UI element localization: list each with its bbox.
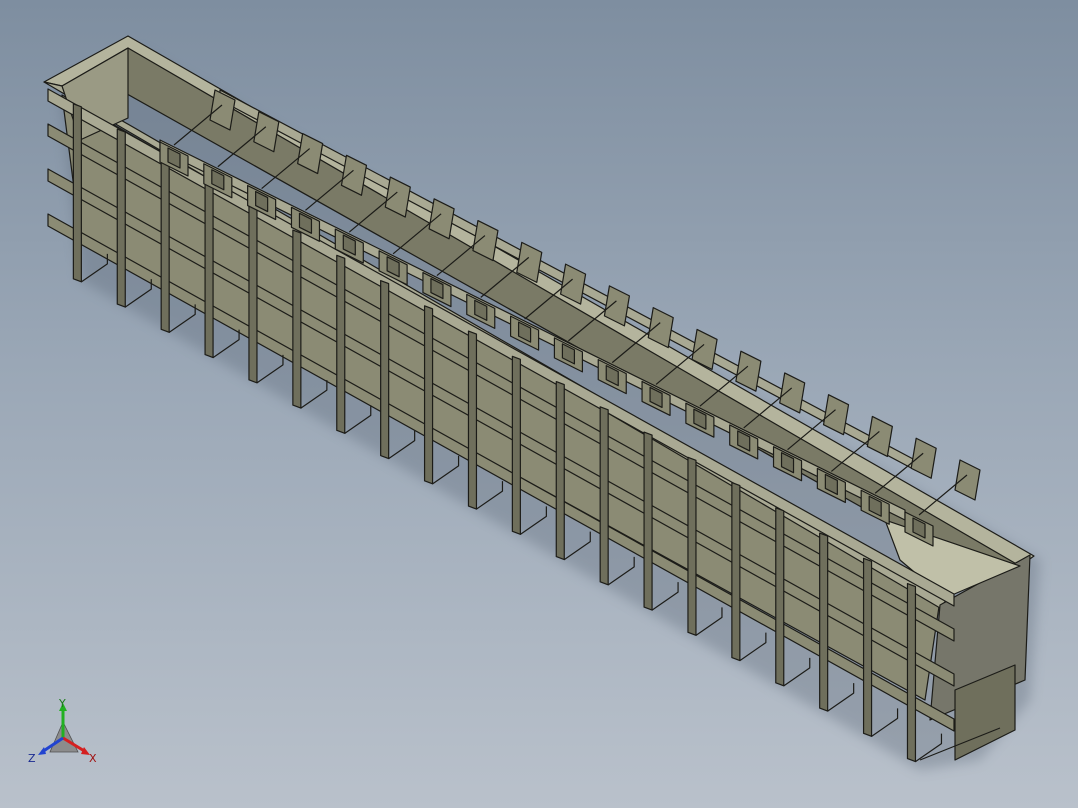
stiffener-leg bbox=[599, 406, 609, 586]
stiffener-leg bbox=[775, 507, 785, 687]
mechanism-arm bbox=[779, 372, 806, 414]
stiffener-leg bbox=[72, 103, 82, 283]
stiffener-leg bbox=[906, 582, 917, 763]
stiffener-leg bbox=[862, 557, 873, 737]
stiffener-leg bbox=[819, 532, 829, 712]
stiffener-leg bbox=[248, 204, 258, 384]
stiffener-leg bbox=[423, 305, 434, 485]
view-orientation-triad: Y X Z bbox=[28, 697, 97, 765]
stiffener-leg bbox=[204, 178, 214, 359]
triad-x-label: X bbox=[89, 752, 97, 765]
mechanism-arm bbox=[954, 459, 981, 501]
mechanism-arm bbox=[822, 394, 850, 436]
stiffener-leg bbox=[511, 355, 521, 535]
triad-z-label: Z bbox=[28, 752, 36, 765]
stiffener-leg bbox=[160, 153, 170, 333]
stiffener-leg bbox=[687, 456, 697, 636]
triad-z-arrowhead bbox=[38, 747, 46, 755]
stiffener-leg bbox=[643, 431, 653, 611]
stiffener-band bbox=[47, 123, 955, 642]
mechanism-arm bbox=[910, 437, 937, 479]
stiffener-leg bbox=[467, 330, 478, 510]
stiffener-leg bbox=[380, 279, 390, 460]
stiffener-leg bbox=[731, 481, 741, 662]
tank-front-wall bbox=[61, 94, 941, 701]
stiffener-leg bbox=[336, 254, 346, 434]
mechanism-arm bbox=[866, 415, 893, 458]
triad-y-label: Y bbox=[58, 697, 66, 710]
stiffener-leg bbox=[292, 229, 302, 409]
stiffener-leg bbox=[116, 128, 126, 308]
mechanism-arm bbox=[735, 350, 762, 392]
stiffener-leg bbox=[555, 380, 565, 561]
cad-graphics-area[interactable]: Y X Z bbox=[0, 0, 1078, 808]
